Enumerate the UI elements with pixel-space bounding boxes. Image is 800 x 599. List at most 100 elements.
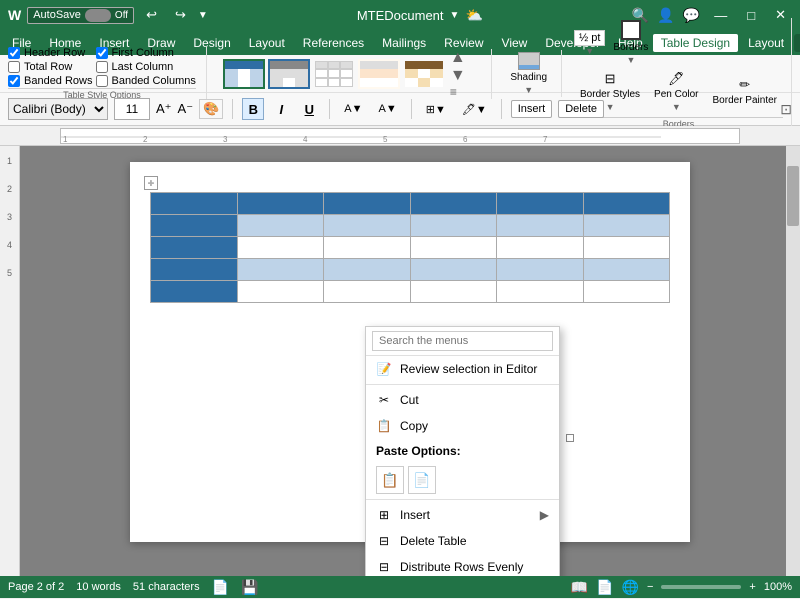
save-status-icon[interactable]: 💾: [241, 579, 258, 596]
undo-button[interactable]: ↩: [140, 5, 163, 25]
table-cell[interactable]: [324, 193, 411, 215]
table-cell[interactable]: [237, 281, 324, 303]
borders-quick-button[interactable]: ⊞▼: [421, 100, 451, 119]
table-cell[interactable]: [237, 259, 324, 281]
table-cell[interactable]: [497, 237, 584, 259]
table-cell[interactable]: [583, 193, 670, 215]
paste-option-2[interactable]: 📄: [408, 466, 436, 494]
table-resize-handle[interactable]: [566, 434, 574, 442]
pt-selector[interactable]: ½ pt ▼: [574, 30, 605, 56]
first-column-checkbox[interactable]: First Column: [96, 47, 196, 59]
underline-button[interactable]: U: [298, 98, 320, 120]
table-style-5[interactable]: [403, 59, 445, 89]
autosave-badge[interactable]: AutoSave Off: [27, 7, 134, 24]
ctx-copy[interactable]: 📋 Copy: [366, 413, 559, 439]
font-select[interactable]: Calibri (Body): [8, 98, 108, 120]
vertical-scrollbar[interactable]: [786, 146, 800, 576]
table-style-2[interactable]: [268, 59, 310, 89]
ctx-search-input[interactable]: [372, 331, 553, 351]
ruler-mark-3: 3: [7, 212, 12, 222]
table-cell[interactable]: [583, 215, 670, 237]
ctx-paste-label: Paste Options:: [366, 439, 559, 463]
insert-button[interactable]: Insert: [511, 100, 553, 118]
doc-status-icon[interactable]: 📄: [212, 579, 229, 596]
table-cell[interactable]: [151, 237, 238, 259]
table-style-3[interactable]: [313, 59, 355, 89]
ctx-delete-table[interactable]: ⊟ Delete Table: [366, 528, 559, 554]
paste-option-1[interactable]: 📋: [376, 466, 404, 494]
ctx-review-editor[interactable]: 📝 Review selection in Editor: [366, 356, 559, 382]
header-row-input[interactable]: [8, 47, 20, 59]
view-web-icon[interactable]: 🌐: [622, 579, 639, 596]
banded-columns-input[interactable]: [96, 75, 108, 87]
bold-button[interactable]: B: [242, 98, 264, 120]
autosave-toggle[interactable]: [85, 9, 111, 22]
shading-quick-button[interactable]: 🖊▼: [457, 100, 492, 119]
last-column-checkbox[interactable]: Last Column: [96, 61, 196, 73]
font-size-increase[interactable]: A⁺: [156, 101, 172, 117]
font-size-decrease[interactable]: A⁻: [178, 101, 194, 117]
table-cell[interactable]: [151, 215, 238, 237]
table-cell[interactable]: [151, 281, 238, 303]
style-scroll-up[interactable]: ▲: [448, 49, 468, 67]
ctx-insert[interactable]: ⊞ Insert ▶: [366, 502, 559, 528]
table-cell[interactable]: [324, 259, 411, 281]
table-cell[interactable]: [237, 193, 324, 215]
table-cell[interactable]: [410, 281, 497, 303]
table-cell[interactable]: [497, 259, 584, 281]
table-style-1[interactable]: [223, 59, 265, 89]
view-print-icon[interactable]: 📄: [596, 579, 613, 596]
table-cell[interactable]: [583, 237, 670, 259]
table-cell[interactable]: [497, 193, 584, 215]
redo-button[interactable]: ↪: [169, 5, 192, 25]
editing-button[interactable]: ✏️ Editing ▼: [794, 34, 800, 52]
table-cell[interactable]: [410, 193, 497, 215]
table-cell[interactable]: [410, 259, 497, 281]
table-cell[interactable]: [410, 215, 497, 237]
header-row-checkbox[interactable]: Header Row: [8, 47, 93, 59]
banded-columns-checkbox[interactable]: Banded Columns: [96, 75, 196, 87]
font-color-button[interactable]: A▼: [374, 100, 402, 118]
banded-rows-input[interactable]: [8, 75, 20, 87]
italic-button[interactable]: I: [270, 98, 292, 120]
banded-rows-label: Banded Rows: [24, 75, 93, 87]
style2-cell4: [270, 69, 283, 78]
zoom-plus[interactable]: +: [749, 581, 755, 593]
borders-button[interactable]: Borders ▼: [607, 18, 654, 67]
table-cell[interactable]: [151, 193, 238, 215]
style-scroll-down[interactable]: ▼: [448, 67, 468, 85]
first-column-input[interactable]: [96, 47, 108, 59]
zoom-slider[interactable]: [661, 585, 741, 589]
last-column-input[interactable]: [96, 61, 108, 73]
ctx-cut-label: Cut: [400, 393, 419, 407]
highlight-button[interactable]: A▼: [339, 100, 367, 118]
zoom-minus[interactable]: −: [647, 581, 653, 593]
table-cell[interactable]: [237, 215, 324, 237]
delete-button[interactable]: Delete: [558, 100, 604, 118]
table-cell[interactable]: [497, 215, 584, 237]
scroll-thumb[interactable]: [787, 166, 799, 226]
menu-view[interactable]: View: [494, 34, 536, 52]
table-cell[interactable]: [583, 281, 670, 303]
table-style-4[interactable]: [358, 59, 400, 89]
theme-colors-icon[interactable]: 🎨: [199, 99, 223, 119]
ribbon-expand-icon[interactable]: ⊡: [780, 101, 792, 118]
table-cell[interactable]: [324, 281, 411, 303]
font-size-input[interactable]: [114, 98, 150, 120]
table-cell[interactable]: [497, 281, 584, 303]
total-row-input[interactable]: [8, 61, 20, 73]
table-cell[interactable]: [237, 237, 324, 259]
ctx-cut[interactable]: ✂ Cut: [366, 387, 559, 413]
ctx-distribute-rows[interactable]: ⊟ Distribute Rows Evenly: [366, 554, 559, 576]
table-move-handle[interactable]: ✛: [144, 176, 158, 190]
banded-rows-checkbox[interactable]: Banded Rows: [8, 75, 93, 87]
shading-button[interactable]: Shading ▼: [504, 50, 553, 97]
table-cell[interactable]: [151, 259, 238, 281]
view-read-icon[interactable]: 📖: [571, 579, 588, 596]
table-cell[interactable]: [410, 237, 497, 259]
document-table[interactable]: [150, 192, 670, 303]
table-cell[interactable]: [324, 215, 411, 237]
table-cell[interactable]: [583, 259, 670, 281]
total-row-checkbox[interactable]: Total Row: [8, 61, 93, 73]
table-cell[interactable]: [324, 237, 411, 259]
